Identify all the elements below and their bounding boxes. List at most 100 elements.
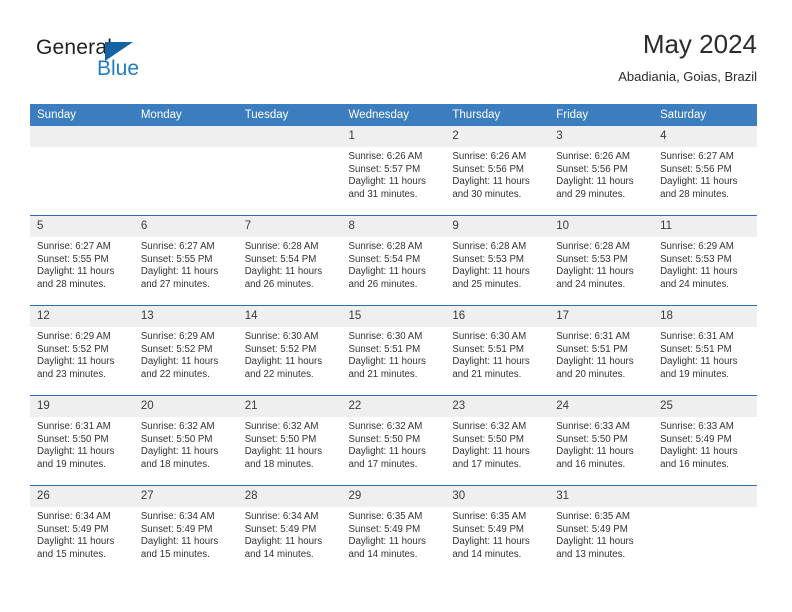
- day-number: 23: [445, 396, 550, 417]
- calendar-day-cell[interactable]: 22 Sunrise: 6:32 AM Sunset: 5:50 PM Dayligh…: [341, 395, 446, 486]
- sunrise-text: Sunrise: 6:34 AM: [140, 511, 215, 522]
- sunset-text: Sunset: 5:53 PM: [452, 253, 524, 265]
- calendar-day-cell[interactable]: 19 Sunrise: 6:31 AM Sunset: 5:50 PM Dayligh…: [30, 395, 134, 486]
- calendar-day-cell[interactable]: 24 Sunrise: 6:33 AM Sunset: 5:50 PM Dayligh…: [549, 395, 654, 486]
- calendar-day-cell[interactable]: 27 Sunrise: 6:34 AM Sunset: 5:49 PM Dayligh…: [133, 485, 238, 575]
- calendar-week-row: 26 Sunrise: 6:34 AM Sunset: 5:49 PM Dayligh…: [30, 485, 757, 575]
- sunrise-text: Sunrise: 6:35 AM: [348, 511, 423, 522]
- weekday-header: Sunday Monday Tuesday Wednesday Thursday Frid…: [30, 104, 757, 126]
- calendar-day-cell[interactable]: 26 Sunrise: 6:34 AM Sunset: 5:49 PM Dayligh…: [30, 485, 134, 575]
- calendar-grid: Sunday Monday Tuesday Wednesday Thursday Frid…: [30, 104, 757, 575]
- calendar-day-cell[interactable]: 17 Sunrise: 6:31 AM Sunset: 5:51 PM Dayligh…: [549, 305, 654, 396]
- day-details: Sunrise: 6:32 AM Sunset: 5:50 PM Daylight:…: [134, 417, 238, 471]
- daylight-text-cont: and 26 minutes.: [244, 278, 314, 290]
- calendar-day-cell-empty: [133, 126, 238, 216]
- calendar-day-cell[interactable]: 30 Sunrise: 6:35 AM Sunset: 5:49 PM Dayligh…: [445, 485, 550, 575]
- calendar-day-cell[interactable]: 5 Sunrise: 6:27 AM Sunset: 5:55 PM Daylight…: [30, 215, 134, 306]
- sunset-text: Sunset: 5:50 PM: [37, 433, 109, 445]
- day-details: Sunrise: 6:35 AM Sunset: 5:49 PM Daylight:…: [549, 507, 653, 561]
- calendar-day-cell[interactable]: 8 Sunrise: 6:28 AM Sunset: 5:54 PM Daylight…: [341, 215, 446, 306]
- daylight-text: Daylight: 11 hours: [348, 266, 426, 278]
- calendar-body: 1 Sunrise: 6:26 AM Sunset: 5:57 PM Daylight…: [30, 126, 757, 575]
- calendar-day-cell[interactable]: 7 Sunrise: 6:28 AM Sunset: 5:54 PM Daylight…: [237, 215, 342, 306]
- daylight-text: Daylight: 11 hours: [37, 446, 115, 458]
- day-details: Sunrise: 6:30 AM Sunset: 5:51 PM Daylight:…: [445, 327, 549, 381]
- calendar-day-cell[interactable]: 21 Sunrise: 6:32 AM Sunset: 5:50 PM Dayligh…: [237, 395, 342, 486]
- day-number: 15: [341, 306, 446, 327]
- day-details: Sunrise: 6:29 AM Sunset: 5:53 PM Daylight:…: [653, 237, 757, 291]
- daylight-text: Daylight: 11 hours: [140, 266, 219, 278]
- calendar-day-cell[interactable]: 14 Sunrise: 6:30 AM Sunset: 5:52 PM Dayligh…: [237, 305, 342, 396]
- calendar-day-cell[interactable]: 4 Sunrise: 6:27 AM Sunset: 5:56 PM Daylight…: [653, 126, 757, 216]
- day-details: Sunrise: 6:35 AM Sunset: 5:49 PM Daylight:…: [445, 507, 549, 561]
- daylight-text-cont: and 26 minutes.: [348, 278, 418, 290]
- sunrise-text: Sunrise: 6:32 AM: [140, 421, 215, 432]
- day-details: Sunrise: 6:32 AM Sunset: 5:50 PM Daylight:…: [445, 417, 549, 471]
- calendar-day-cell[interactable]: 31 Sunrise: 6:35 AM Sunset: 5:49 PM Dayligh…: [549, 485, 654, 575]
- day-details: Sunrise: 6:31 AM Sunset: 5:51 PM Daylight:…: [549, 327, 653, 381]
- day-number: 26: [30, 486, 134, 507]
- day-number: 12: [30, 306, 134, 327]
- sunset-text: Sunset: 5:50 PM: [244, 433, 317, 445]
- calendar-day-cell[interactable]: 25 Sunrise: 6:33 AM Sunset: 5:49 PM Dayligh…: [653, 395, 757, 486]
- calendar-day-cell[interactable]: 23 Sunrise: 6:32 AM Sunset: 5:50 PM Dayligh…: [445, 395, 550, 486]
- day-number: 2: [445, 126, 550, 147]
- calendar-day-cell[interactable]: 20 Sunrise: 6:32 AM Sunset: 5:50 PM Dayligh…: [133, 395, 238, 486]
- calendar-day-cell[interactable]: 2 Sunrise: 6:26 AM Sunset: 5:56 PM Daylight…: [445, 126, 550, 216]
- day-details: Sunrise: 6:26 AM Sunset: 5:56 PM Daylight:…: [445, 147, 549, 201]
- daylight-text: Daylight: 11 hours: [556, 356, 634, 368]
- calendar-day-cell-empty: [653, 485, 757, 575]
- day-details: Sunrise: 6:29 AM Sunset: 5:52 PM Daylight:…: [30, 327, 134, 381]
- sunrise-text: Sunrise: 6:31 AM: [660, 331, 734, 342]
- daylight-text-cont: and 22 minutes.: [244, 368, 314, 380]
- day-details: Sunrise: 6:27 AM Sunset: 5:56 PM Daylight:…: [653, 147, 757, 201]
- daylight-text-cont: and 19 minutes.: [660, 368, 729, 380]
- daylight-text: Daylight: 11 hours: [556, 266, 634, 278]
- sunset-text: Sunset: 5:51 PM: [660, 343, 732, 355]
- daylight-text-cont: and 16 minutes.: [660, 458, 729, 470]
- calendar-day-cell[interactable]: 1 Sunrise: 6:26 AM Sunset: 5:57 PM Daylight…: [341, 126, 446, 216]
- daylight-text-cont: and 24 minutes.: [556, 278, 626, 290]
- calendar-day-cell[interactable]: 12 Sunrise: 6:29 AM Sunset: 5:52 PM Dayligh…: [30, 305, 134, 396]
- sunset-text: Sunset: 5:54 PM: [348, 253, 421, 265]
- day-details: Sunrise: 6:26 AM Sunset: 5:57 PM Daylight:…: [342, 147, 446, 201]
- sunrise-text: Sunrise: 6:27 AM: [660, 151, 734, 162]
- day-number: 27: [133, 486, 238, 507]
- daylight-text: Daylight: 11 hours: [37, 356, 115, 368]
- calendar-day-cell[interactable]: 9 Sunrise: 6:28 AM Sunset: 5:53 PM Daylight…: [445, 215, 550, 306]
- daylight-text: Daylight: 11 hours: [37, 536, 115, 548]
- daylight-text: Daylight: 11 hours: [556, 176, 634, 188]
- daylight-text: Daylight: 11 hours: [140, 356, 219, 368]
- sunset-text: Sunset: 5:49 PM: [244, 523, 317, 535]
- general-blue-logo[interactable]: General Blue: [36, 36, 206, 92]
- sunrise-text: Sunrise: 6:28 AM: [244, 241, 319, 252]
- day-details: Sunrise: 6:30 AM Sunset: 5:51 PM Daylight:…: [342, 327, 446, 381]
- calendar-day-cell[interactable]: 15 Sunrise: 6:30 AM Sunset: 5:51 PM Dayligh…: [341, 305, 446, 396]
- daylight-text-cont: and 15 minutes.: [140, 548, 210, 560]
- calendar-day-cell[interactable]: 18 Sunrise: 6:31 AM Sunset: 5:51 PM Dayligh…: [653, 305, 757, 396]
- daylight-text: Daylight: 11 hours: [660, 176, 738, 188]
- page-header: General Blue May 2024 Abadiania, Goias, …: [30, 28, 757, 96]
- sunrise-text: Sunrise: 6:28 AM: [348, 241, 423, 252]
- calendar-day-cell[interactable]: 6 Sunrise: 6:27 AM Sunset: 5:55 PM Daylight…: [133, 215, 238, 306]
- calendar-day-cell[interactable]: 3 Sunrise: 6:26 AM Sunset: 5:56 PM Daylight…: [549, 126, 654, 216]
- calendar-day-cell[interactable]: 29 Sunrise: 6:35 AM Sunset: 5:49 PM Dayligh…: [341, 485, 446, 575]
- day-number: 6: [133, 216, 238, 237]
- daylight-text-cont: and 30 minutes.: [452, 188, 522, 200]
- calendar-day-cell[interactable]: 10 Sunrise: 6:28 AM Sunset: 5:53 PM Dayligh…: [549, 215, 654, 306]
- sunrise-text: Sunrise: 6:29 AM: [660, 241, 734, 252]
- calendar-day-cell[interactable]: 13 Sunrise: 6:29 AM Sunset: 5:52 PM Dayligh…: [133, 305, 238, 396]
- calendar-day-cell[interactable]: 11 Sunrise: 6:29 AM Sunset: 5:53 PM Dayligh…: [653, 215, 757, 306]
- day-number: 14: [237, 306, 342, 327]
- day-details: Sunrise: 6:30 AM Sunset: 5:52 PM Daylight:…: [238, 327, 342, 381]
- day-number: 16: [445, 306, 550, 327]
- daylight-text-cont: and 22 minutes.: [140, 368, 210, 380]
- day-number: 18: [653, 306, 757, 327]
- day-details: Sunrise: 6:31 AM Sunset: 5:50 PM Daylight:…: [30, 417, 134, 471]
- sunset-text: Sunset: 5:49 PM: [556, 523, 628, 535]
- calendar-day-cell[interactable]: 28 Sunrise: 6:34 AM Sunset: 5:49 PM Dayligh…: [237, 485, 342, 575]
- day-number: 11: [653, 216, 757, 237]
- day-number: 4: [653, 126, 757, 147]
- calendar-day-cell[interactable]: 16 Sunrise: 6:30 AM Sunset: 5:51 PM Dayligh…: [445, 305, 550, 396]
- day-details: Sunrise: 6:32 AM Sunset: 5:50 PM Daylight:…: [238, 417, 342, 471]
